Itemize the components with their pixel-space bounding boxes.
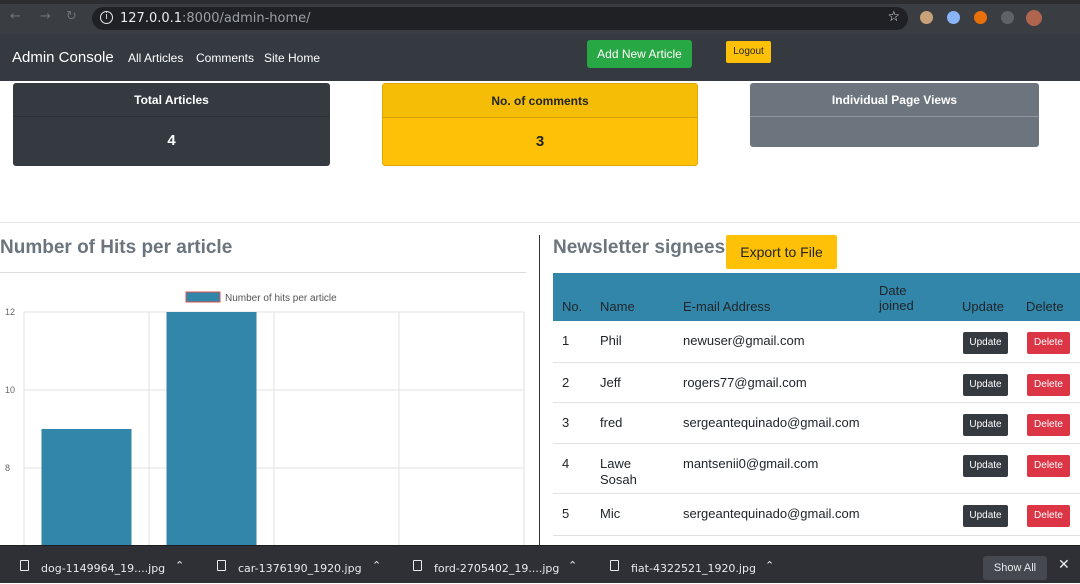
card-value: 4	[167, 132, 176, 149]
download-filename: fiat-4322521_1920.jpg	[631, 562, 756, 575]
bookmark-star-icon[interactable]: ☆	[887, 9, 900, 25]
cell-email: sergeantequinado@gmail.com	[683, 506, 860, 521]
nav-link-all-articles[interactable]: All Articles	[128, 51, 183, 65]
reload-icon[interactable]: ↻	[66, 9, 77, 24]
close-icon[interactable]: ✕	[1058, 557, 1070, 573]
col-header-date-joined: Date joined	[879, 283, 914, 313]
chevron-up-icon[interactable]: ⌃	[568, 559, 577, 572]
delete-button[interactable]: Delete	[1027, 414, 1070, 436]
col-header-no: No.	[562, 299, 583, 314]
cell-no: 1	[562, 333, 570, 348]
address-url[interactable]: 127.0.0.1:8000/admin-home/	[120, 11, 311, 26]
column-divider	[539, 235, 540, 545]
file-icon	[413, 560, 422, 571]
profile-avatar[interactable]	[1026, 10, 1042, 26]
brand-title[interactable]: Admin Console	[12, 49, 114, 66]
card-header: Individual Page Views	[750, 83, 1039, 117]
col-header-name: Name	[600, 299, 635, 314]
cell-email: rogers77@gmail.com	[683, 375, 807, 390]
cell-no: 2	[562, 375, 570, 390]
back-icon[interactable]: ←	[10, 9, 21, 24]
file-icon	[20, 560, 29, 571]
card-value: 3	[535, 133, 545, 150]
cell-no: 3	[562, 415, 570, 430]
update-button[interactable]: Update	[963, 505, 1008, 527]
legend-swatch	[185, 291, 221, 303]
chevron-up-icon[interactable]: ⌃	[372, 559, 381, 572]
card-header: Total Articles	[13, 83, 330, 117]
tab-strip	[0, 0, 1080, 4]
chevron-up-icon[interactable]: ⌃	[765, 559, 774, 572]
chart-bar[interactable]	[41, 429, 132, 545]
forward-icon[interactable]: →	[40, 9, 51, 24]
extension-icon[interactable]	[947, 11, 960, 24]
update-button[interactable]: Update	[963, 332, 1008, 354]
update-button[interactable]: Update	[963, 455, 1008, 477]
col-header-email: E-mail Address	[683, 299, 771, 314]
cell-email: mantsenii0@gmail.com	[683, 456, 819, 471]
table-row: 2 Jeff rogers77@gmail.com Update Delete	[553, 363, 1080, 403]
newsletter-title: Newsletter signees	[553, 237, 726, 258]
cell-name: Phil	[600, 333, 622, 348]
total-articles-card: Total Articles 4	[13, 83, 330, 166]
extension-icon[interactable]	[974, 11, 987, 24]
legend-label: Number of hits per article	[225, 293, 337, 304]
hits-bar-chart: Number of hits per article 12 10 8	[5, 291, 525, 545]
cell-name: Jeff	[600, 375, 621, 390]
nav-link-comments[interactable]: Comments	[196, 51, 254, 65]
update-button[interactable]: Update	[963, 374, 1008, 396]
section-divider	[0, 222, 1080, 223]
card-header: No. of comments	[383, 84, 697, 118]
download-filename: dog-1149964_19....jpg	[41, 562, 166, 575]
add-new-article-button[interactable]: Add New Article	[587, 40, 692, 68]
y-axis-ticks: 12 10 8	[5, 307, 15, 473]
chevron-up-icon[interactable]: ⌃	[175, 559, 184, 572]
page-views-card: Individual Page Views	[750, 83, 1039, 147]
extension-icon[interactable]	[920, 11, 933, 24]
export-to-file-button[interactable]: Export to File	[726, 235, 837, 269]
download-filename: ford-2705402_19....jpg	[434, 562, 560, 575]
address-bar[interactable]: i 127.0.0.1:8000/admin-home/ ☆	[92, 7, 908, 30]
url-path: :8000/admin-home/	[182, 11, 311, 26]
y-tick-label: 10	[5, 385, 15, 395]
col-header-update: Update	[962, 299, 1004, 314]
show-all-downloads-button[interactable]: Show All	[983, 556, 1047, 580]
delete-button[interactable]: Delete	[1027, 505, 1070, 527]
site-info-icon[interactable]: i	[100, 11, 113, 24]
comments-card: No. of comments 3	[382, 83, 698, 166]
cell-no: 5	[562, 506, 570, 521]
chart-title-rule	[0, 272, 526, 273]
chart-bar[interactable]	[166, 312, 257, 545]
cell-no: 4	[562, 456, 570, 471]
downloads-bar: dog-1149964_19....jpg ⌃ car-1376190_1920…	[0, 545, 1080, 583]
col-header-delete: Delete	[1026, 299, 1064, 314]
table-row: 4 Lawe Sosah mantsenii0@gmail.com Update Del…	[553, 444, 1080, 494]
cell-name: fred	[600, 415, 623, 430]
nav-link-site-home[interactable]: Site Home	[264, 51, 320, 65]
chart-title: Number of Hits per article	[0, 237, 233, 258]
admin-navbar: Admin Console All Articles Comments Site…	[0, 34, 1080, 81]
download-filename: car-1376190_1920.jpg	[238, 562, 362, 575]
delete-button[interactable]: Delete	[1027, 374, 1070, 396]
delete-button[interactable]: Delete	[1027, 332, 1070, 354]
chart-legend[interactable]: Number of hits per article	[185, 291, 337, 304]
url-host: 127.0.0.1	[120, 11, 183, 26]
cell-name: Lawe Sosah	[600, 456, 637, 487]
cell-email: sergeantequinado@gmail.com	[683, 415, 860, 430]
cell-email: newuser@gmail.com	[683, 333, 805, 348]
table-row: 1 Phil newuser@gmail.com Update Delete	[553, 321, 1080, 363]
y-tick-label: 12	[5, 307, 15, 317]
browser-toolbar: ← → ↻ i 127.0.0.1:8000/admin-home/ ☆	[0, 0, 1080, 34]
table-header: No. Name E-mail Address Date joined Upda…	[553, 273, 1080, 321]
extension-icon[interactable]	[1001, 11, 1014, 24]
table-row: 5 Mic sergeantequinado@gmail.com Update Dele…	[553, 494, 1080, 536]
cell-name: Mic	[600, 506, 621, 521]
file-icon	[610, 560, 619, 571]
table-row: 3 fred sergeantequinado@gmail.com Update Del…	[553, 403, 1080, 444]
file-icon	[217, 560, 226, 571]
logout-button[interactable]: Logout	[726, 41, 771, 63]
y-tick-label: 8	[5, 463, 10, 473]
delete-button[interactable]: Delete	[1027, 455, 1070, 477]
update-button[interactable]: Update	[963, 414, 1008, 436]
